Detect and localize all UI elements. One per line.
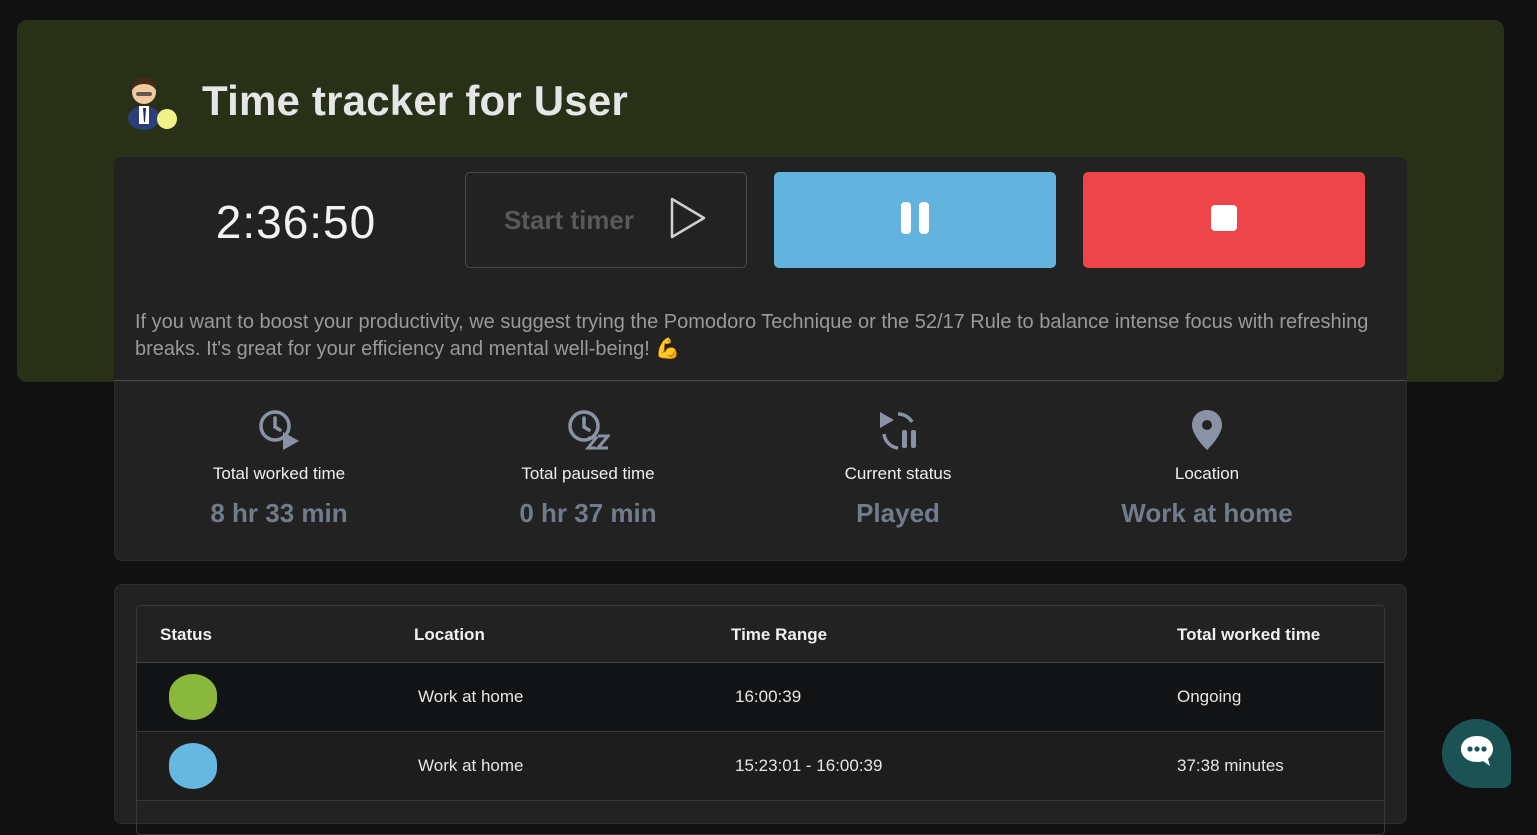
row-total-worked: Ongoing [1177, 687, 1242, 706]
stat-label: Current status [844, 464, 952, 483]
status-dot [169, 674, 217, 720]
page-title: Time tracker for User [202, 77, 628, 124]
clock-snooze-icon [438, 408, 738, 452]
elapsed-time-display: 2:36:50 [215, 196, 377, 248]
history-table: Status Location Time Range Total worked … [136, 605, 1385, 835]
column-header-time-range[interactable]: Time Range [731, 625, 827, 645]
stop-icon [1210, 204, 1238, 237]
start-timer-button[interactable]: Start timer [465, 172, 747, 268]
table-row[interactable]: Work at home 15:23:01 - 16:00:39 37:38 m… [137, 732, 1384, 801]
play-icon [668, 195, 708, 246]
play-pause-cycle-icon [748, 408, 1048, 452]
row-time-range: 15:23:01 - 16:00:39 [735, 756, 883, 775]
column-header-total-worked[interactable]: Total worked time [1177, 625, 1320, 645]
stat-label: Total worked time [212, 464, 346, 483]
stat-value: 0 hr 37 min [519, 498, 657, 528]
column-header-location[interactable]: Location [414, 625, 485, 645]
user-avatar-icon [122, 70, 178, 132]
stat-total-worked: Total worked time 8 hr 33 min [129, 408, 429, 529]
stat-value: Work at home [1121, 498, 1293, 528]
clock-play-icon [129, 408, 429, 452]
pause-button[interactable] [774, 172, 1056, 268]
stat-value: 8 hr 33 min [210, 498, 348, 528]
row-time-range: 16:00:39 [735, 687, 802, 706]
chat-button[interactable] [1442, 719, 1511, 788]
stop-button[interactable] [1083, 172, 1365, 268]
chat-bubble-icon [1459, 734, 1495, 773]
table-row[interactable]: Work at home 16:00:39 Ongoing [137, 663, 1384, 732]
stat-value: Played [856, 498, 940, 528]
map-pin-icon [1057, 408, 1357, 452]
column-header-status[interactable]: Status [160, 625, 212, 645]
stat-location: Location Work at home [1057, 408, 1357, 529]
row-location: Work at home [418, 687, 524, 706]
stat-current-status: Current status Played [748, 408, 1048, 529]
status-dot [169, 743, 217, 789]
stat-label: Location [1174, 464, 1240, 483]
start-timer-label: Start timer [503, 204, 635, 235]
table-header: Status Location Time Range Total worked … [137, 606, 1384, 663]
stat-label: Total paused time [521, 464, 655, 483]
row-total-worked: 37:38 minutes [1177, 756, 1284, 775]
stat-total-paused: Total paused time 0 hr 37 min [438, 408, 738, 529]
productivity-tip: If you want to boost your productivity, … [135, 311, 1369, 360]
pause-icon [900, 201, 930, 240]
title-row: Time tracker for User [122, 68, 628, 134]
row-location: Work at home [418, 756, 524, 775]
